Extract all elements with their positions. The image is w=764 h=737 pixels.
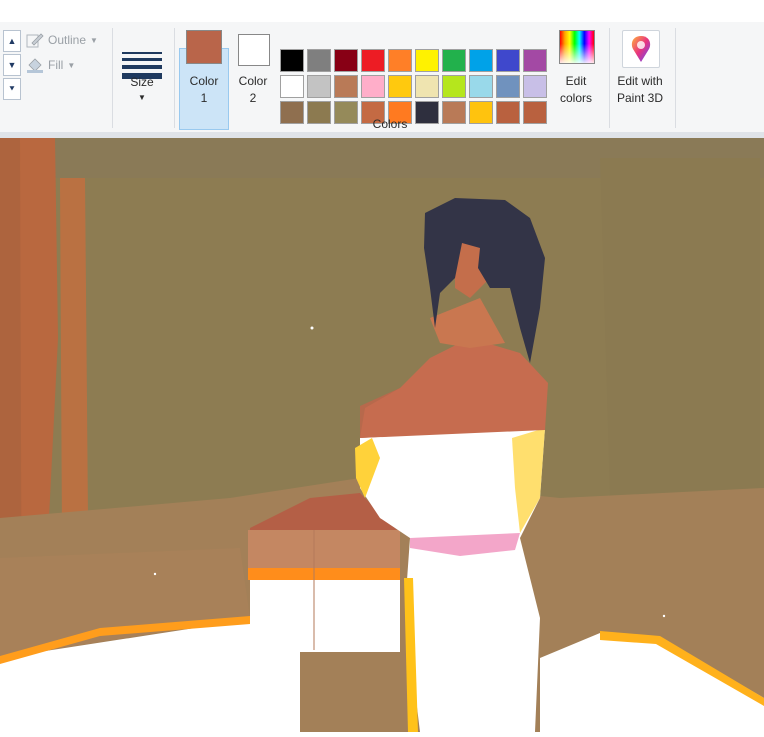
palette-swatch[interactable]	[496, 75, 520, 98]
color1-swatch	[186, 30, 222, 64]
palette-swatch[interactable]	[334, 75, 358, 98]
color-palette	[280, 49, 552, 124]
palette-swatch[interactable]	[496, 49, 520, 72]
palette-swatch[interactable]	[442, 49, 466, 72]
palette-swatch[interactable]	[307, 75, 331, 98]
edit-colors-label-line2: colors	[559, 91, 592, 105]
edit-p3d-label-line1: Edit with	[617, 74, 663, 88]
palette-swatch[interactable]	[469, 75, 493, 98]
palette-swatch[interactable]	[442, 75, 466, 98]
chevron-down-icon: ▼	[90, 35, 98, 45]
color2-label-line1: Color	[238, 74, 268, 88]
chevron-down-icon: ▼	[67, 60, 76, 70]
palette-swatch[interactable]	[280, 49, 304, 72]
palette-swatch[interactable]	[415, 75, 439, 98]
edit-colors-label-line1: Edit	[565, 74, 587, 88]
color2-label-line2: 2	[249, 91, 257, 105]
outline-dropdown[interactable]: Outline ▼	[26, 32, 98, 48]
color2-swatch	[238, 34, 270, 66]
title-strip	[0, 0, 764, 23]
canvas-painting	[0, 138, 764, 737]
color-spectrum-icon	[559, 30, 595, 64]
palette-swatch[interactable]	[280, 75, 304, 98]
fill-bucket-icon	[27, 58, 43, 73]
outline-icon	[26, 33, 44, 48]
color1-label-line1: Color	[189, 74, 219, 88]
shapes-scroll-down-button[interactable]: ▼	[3, 54, 21, 76]
divider	[675, 28, 676, 128]
divider	[174, 28, 175, 128]
palette-swatch[interactable]	[334, 49, 358, 72]
palette-swatch[interactable]	[361, 49, 385, 72]
palette-swatch[interactable]	[523, 49, 547, 72]
edit-p3d-label-line2: Paint 3D	[616, 91, 664, 105]
ribbon: ▲ ▼ ⯆ Outline ▼ Fill ▼ Size ▼ Color 1 Co…	[0, 22, 764, 132]
palette-swatch[interactable]	[469, 49, 493, 72]
palette-swatch[interactable]	[361, 75, 385, 98]
color1-label-line2: 1	[200, 91, 208, 105]
palette-swatch[interactable]	[307, 49, 331, 72]
fill-dropdown[interactable]: Fill ▼	[26, 57, 75, 73]
paint3d-icon	[622, 30, 660, 68]
shapes-scroll-up-button[interactable]: ▲	[3, 30, 21, 52]
palette-swatch[interactable]	[523, 101, 547, 124]
fill-label: Fill	[48, 58, 64, 72]
divider	[112, 28, 113, 128]
size-label: Size	[130, 75, 154, 89]
outline-label: Outline	[48, 33, 87, 47]
chevron-down-icon: ▼	[138, 93, 146, 102]
palette-swatch[interactable]	[523, 75, 547, 98]
palette-swatch[interactable]	[388, 49, 412, 72]
palette-swatch[interactable]	[388, 75, 412, 98]
shapes-more-button[interactable]: ⯆	[3, 78, 21, 100]
palette-swatch[interactable]	[415, 49, 439, 72]
drawing-canvas[interactable]	[0, 138, 764, 737]
colors-group-label: Colors	[372, 117, 408, 131]
